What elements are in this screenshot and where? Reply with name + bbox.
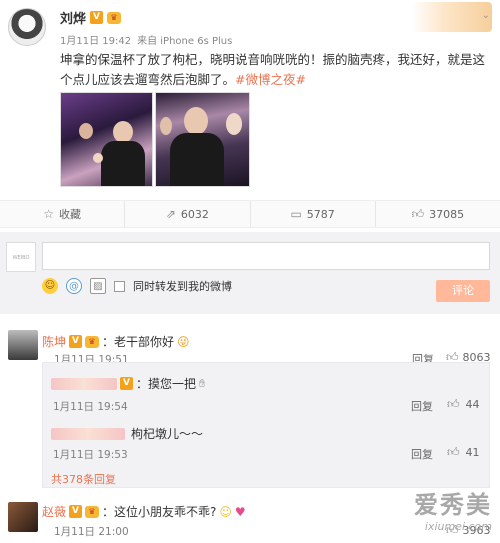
reply-button[interactable]: 回复: [411, 446, 433, 462]
repost-button[interactable]: ⇗ 6032: [124, 201, 249, 227]
reply-like-button[interactable]: 👍︎ 44: [447, 397, 480, 412]
card-decoration: ⌄: [412, 2, 492, 32]
author-name[interactable]: 刘烨: [60, 8, 86, 27]
image-icon[interactable]: ▨: [90, 278, 106, 294]
commenter-name[interactable]: 陈坤: [42, 333, 66, 350]
site-watermark: 爱秀美 ixiumei.com: [414, 485, 492, 533]
comment-icon: ▭: [290, 207, 302, 221]
thumbs-up-icon: 👍︎: [411, 206, 425, 221]
verified-icon: V: [90, 11, 104, 24]
reply-like-count: 44: [465, 398, 480, 411]
post-action-bar: ☆ 收藏 ⇗ 6032 ▭ 5787 👍︎ 37085: [0, 200, 500, 228]
post-photo-1[interactable]: [60, 92, 153, 187]
watermark-url: ixiumei.com: [424, 520, 492, 533]
member-icon: ♛: [85, 505, 100, 518]
reply-text: ：摸您一把: [136, 377, 197, 391]
more-replies-link[interactable]: 共378条回复: [51, 471, 116, 487]
reply-time: 1月11日 19:53: [53, 449, 128, 461]
heart-emoji-icon: ♥: [234, 504, 246, 519]
chevron-down-icon[interactable]: ⌄: [482, 10, 490, 21]
emoji-icon[interactable]: ☺: [42, 278, 58, 294]
verified-icon: V: [69, 505, 83, 518]
post-meta: 1月11日 19:42 来自 iPhone 6s Plus: [60, 32, 232, 47]
reply-time: 1月11日 19:54: [53, 401, 128, 413]
reply-thread: V ：摸您一把 ✋︎ 1月11日 19:54 回复 👍︎ 44 枸杞墩儿～～ 1…: [42, 362, 490, 488]
post-photo-2[interactable]: [155, 92, 250, 187]
comment-header: 赵薇 V ♛ ：这位小朋友乖不乖? ☺ ♥: [42, 503, 246, 520]
comment-text: ：老干部你好: [102, 335, 175, 349]
like-count: 37085: [429, 207, 465, 221]
reply-author-masked[interactable]: [51, 377, 117, 390]
author-row: 刘烨 V ♛: [60, 8, 122, 27]
reply-header: 枸杞墩儿～～: [51, 425, 203, 442]
sync-repost-label: 同时转发到我的微博: [133, 280, 232, 293]
post-time[interactable]: 1月11日 19:42: [60, 32, 131, 47]
comment-count: 5787: [306, 207, 335, 221]
favorite-button[interactable]: ☆ 收藏: [0, 201, 124, 227]
watermark-logo: 爱秀美: [414, 491, 492, 519]
member-icon: ♛: [85, 335, 100, 348]
composer-toolbar: ☺ @ ▨ 同时转发到我的微博: [42, 278, 232, 294]
comment-composer: WEIBO ☺ @ ▨ 同时转发到我的微博 评论: [0, 232, 500, 314]
reply-like-count: 41: [465, 446, 480, 459]
repost-count: 6032: [180, 207, 209, 221]
commenter-name[interactable]: 赵薇: [42, 503, 66, 520]
post-hashtag[interactable]: #微博之夜#: [235, 72, 306, 87]
comment-header: 陈坤 V ♛ ：老干部你好 😜︎: [42, 333, 190, 350]
verified-icon: V: [69, 335, 83, 348]
member-icon: ♛: [107, 11, 122, 24]
repost-icon: ⇗: [165, 207, 176, 221]
comment-text: ：这位小朋友乖不乖?: [102, 505, 217, 519]
commenter-avatar[interactable]: [8, 502, 38, 532]
hand-icon: ✋︎: [199, 376, 206, 390]
reply-button[interactable]: 回复: [411, 398, 433, 414]
thumbs-up-icon: 👍︎: [447, 397, 460, 411]
reply-author-masked[interactable]: [51, 427, 125, 440]
reply-header: V ：摸您一把 ✋︎: [51, 375, 205, 392]
author-avatar[interactable]: [8, 8, 46, 46]
reply-text: 枸杞墩儿～～: [131, 427, 204, 441]
sync-repost-checkbox[interactable]: [114, 280, 125, 292]
like-button[interactable]: 👍︎ 37085: [374, 201, 500, 227]
thumbs-up-icon: 👍︎: [447, 445, 460, 459]
smile-emoji-icon: ☺: [219, 504, 232, 519]
post-text: 坤拿的保温杯了放了枸杞，晓明说音响咣咣的！振的脑壳疼，我还好，就是这个点儿应该去…: [60, 50, 490, 90]
reply-like-button[interactable]: 👍︎ 41: [447, 445, 480, 460]
emoji-icon: 😜︎: [177, 334, 190, 349]
favorite-label: 收藏: [59, 208, 81, 221]
submit-comment-button[interactable]: 评论: [436, 280, 490, 302]
mention-icon[interactable]: @: [66, 278, 82, 294]
comment-button[interactable]: ▭ 5787: [249, 201, 375, 227]
comment-input[interactable]: [42, 242, 490, 270]
comment-time: 1月11日 21:00: [54, 526, 129, 538]
verified-icon: V: [120, 377, 133, 390]
star-icon: ☆: [43, 207, 54, 221]
post-source: 来自 iPhone 6s Plus: [137, 36, 233, 47]
current-user-avatar[interactable]: WEIBO: [6, 242, 36, 272]
commenter-avatar[interactable]: [8, 330, 38, 360]
